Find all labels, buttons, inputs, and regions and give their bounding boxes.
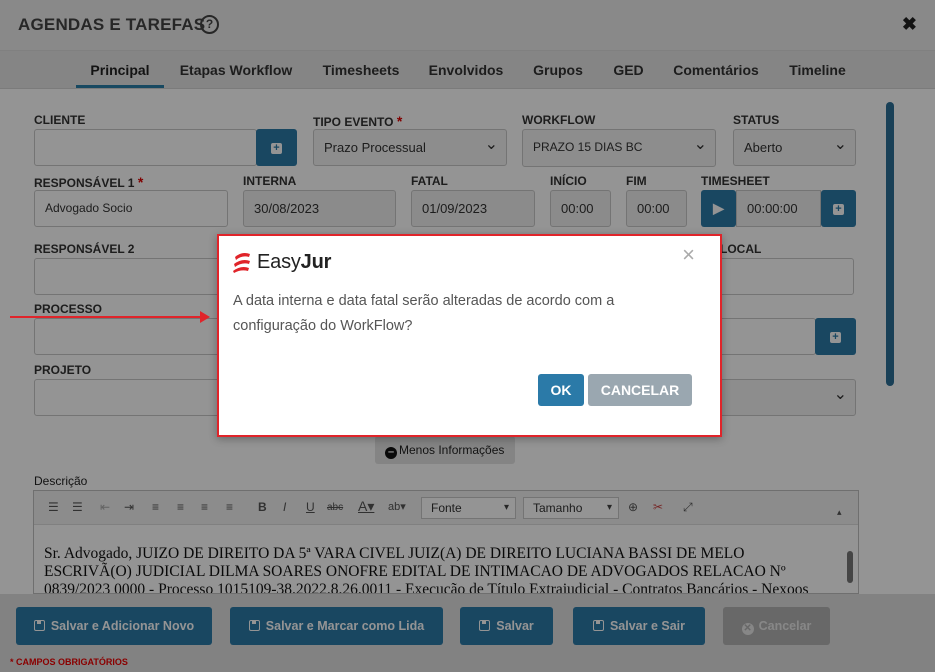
dialog-message: A data interna e data fatal serão altera…	[233, 293, 615, 334]
dialog-cancel-button[interactable]: CANCELAR	[588, 374, 692, 406]
annotation-arrow	[10, 311, 210, 323]
dialog-close-icon[interactable]: ×	[682, 242, 695, 268]
ok-button[interactable]: OK	[538, 374, 584, 406]
easyjur-logo-text: EasyJur	[257, 251, 332, 273]
easyjur-logo-mark	[233, 253, 250, 273]
confirm-dialog: EasyJur × A data interna e data fatal se…	[217, 234, 722, 437]
